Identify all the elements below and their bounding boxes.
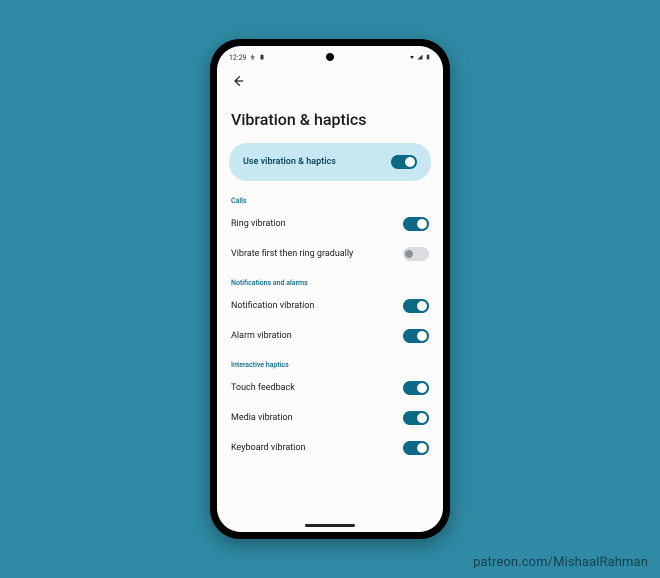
toggle-notification-vibration[interactable] (403, 299, 429, 313)
status-time: 12:29 (229, 54, 246, 62)
setting-row-vibrate-first-then-ring[interactable]: Vibrate first then ring gradually (217, 239, 443, 269)
accessibility-icon (249, 54, 256, 63)
setting-label: Keyboard vibration (231, 443, 305, 453)
gesture-nav-bar[interactable] (217, 518, 443, 532)
app-bar (217, 66, 443, 90)
battery-small-icon (259, 54, 265, 62)
wifi-icon (409, 54, 415, 62)
toggle-vibrate-first-then-ring[interactable] (403, 247, 429, 261)
page-title: Vibration & haptics (217, 90, 443, 143)
setting-row-media-vibration[interactable]: Media vibration (217, 403, 443, 433)
setting-row-alarm-vibration[interactable]: Alarm vibration (217, 321, 443, 351)
phone-frame: 12:29 (210, 39, 450, 539)
setting-row-keyboard-vibration[interactable]: Keyboard vibration (217, 433, 443, 463)
toggle-keyboard-vibration[interactable] (403, 441, 429, 455)
toggle-touch-feedback[interactable] (403, 381, 429, 395)
setting-label: Vibrate first then ring gradually (231, 249, 353, 259)
setting-label: Touch feedback (231, 383, 295, 393)
settings-list: Calls Ring vibration Vibrate first then ri… (217, 187, 443, 463)
front-camera (326, 53, 334, 61)
toggle-alarm-vibration[interactable] (403, 329, 429, 343)
watermark: patreon.com/MishaalRahman (473, 555, 648, 570)
section-header: Interactive haptics (217, 351, 443, 373)
hero-toggle-row[interactable]: Use vibration & haptics (229, 143, 431, 181)
section-header: Notifications and alarms (217, 269, 443, 291)
setting-label: Media vibration (231, 413, 293, 423)
setting-label: Notification vibration (231, 301, 314, 311)
hero-label: Use vibration & haptics (243, 157, 336, 167)
back-button[interactable] (229, 72, 247, 90)
section-header: Calls (217, 187, 443, 209)
signal-icon (417, 54, 423, 62)
setting-label: Ring vibration (231, 219, 286, 229)
toggle-media-vibration[interactable] (403, 411, 429, 425)
setting-label: Alarm vibration (231, 331, 292, 341)
setting-row-notification-vibration[interactable]: Notification vibration (217, 291, 443, 321)
screen: 12:29 (217, 46, 443, 532)
hero-toggle[interactable] (391, 155, 417, 169)
toggle-ring-vibration[interactable] (403, 217, 429, 231)
setting-row-touch-feedback[interactable]: Touch feedback (217, 373, 443, 403)
setting-row-ring-vibration[interactable]: Ring vibration (217, 209, 443, 239)
nav-pill-icon (305, 524, 355, 527)
battery-icon (425, 54, 431, 62)
arrow-left-icon (231, 74, 245, 88)
